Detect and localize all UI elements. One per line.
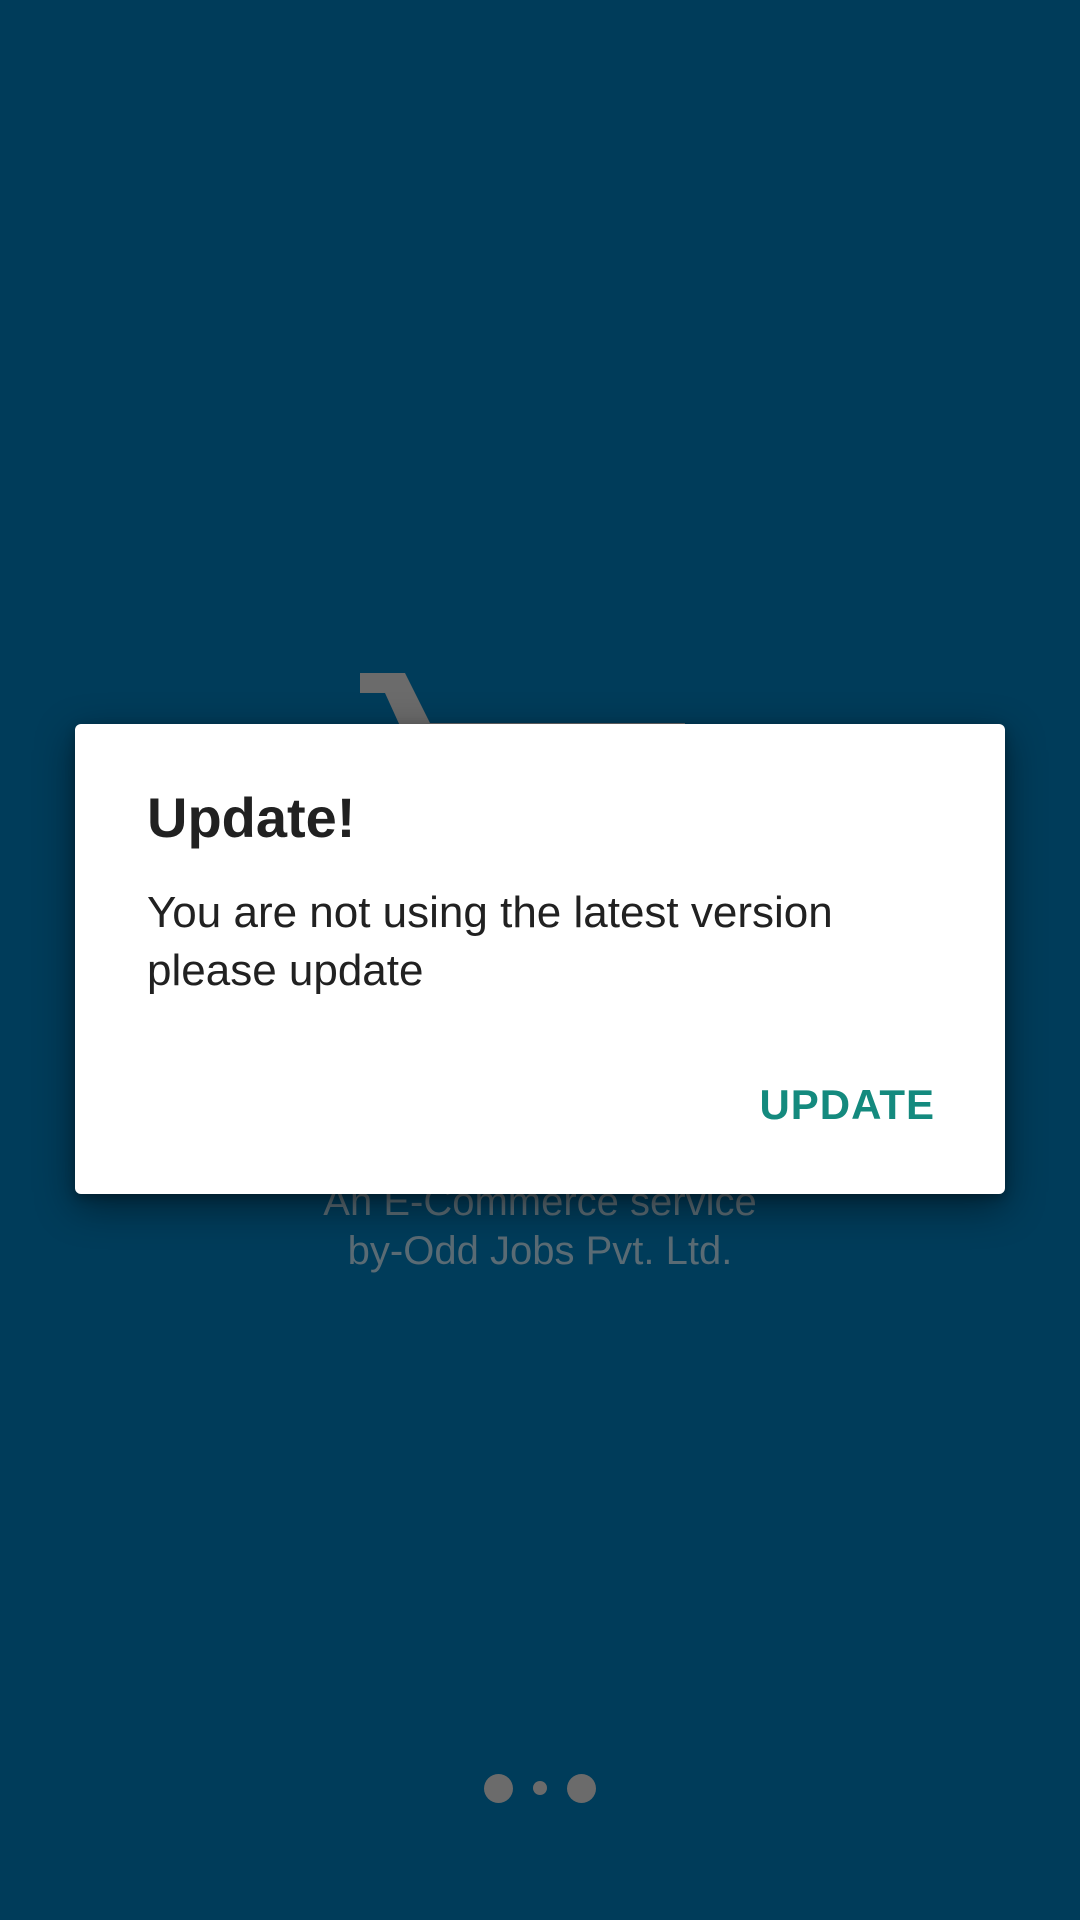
update-dialog: Update! You are not using the latest ver…	[75, 724, 1005, 1194]
update-button[interactable]: UPDATE	[759, 1079, 935, 1131]
dialog-title: Update!	[147, 786, 356, 849]
page-dot-active	[533, 1781, 547, 1795]
page-indicator	[0, 1770, 1080, 1806]
page-dot	[484, 1773, 513, 1803]
dialog-message: You are not using the latest version ple…	[147, 888, 833, 995]
tagline-line-2: by-Odd Jobs Pvt. Ltd.	[347, 1229, 733, 1273]
page-dot	[567, 1773, 596, 1803]
